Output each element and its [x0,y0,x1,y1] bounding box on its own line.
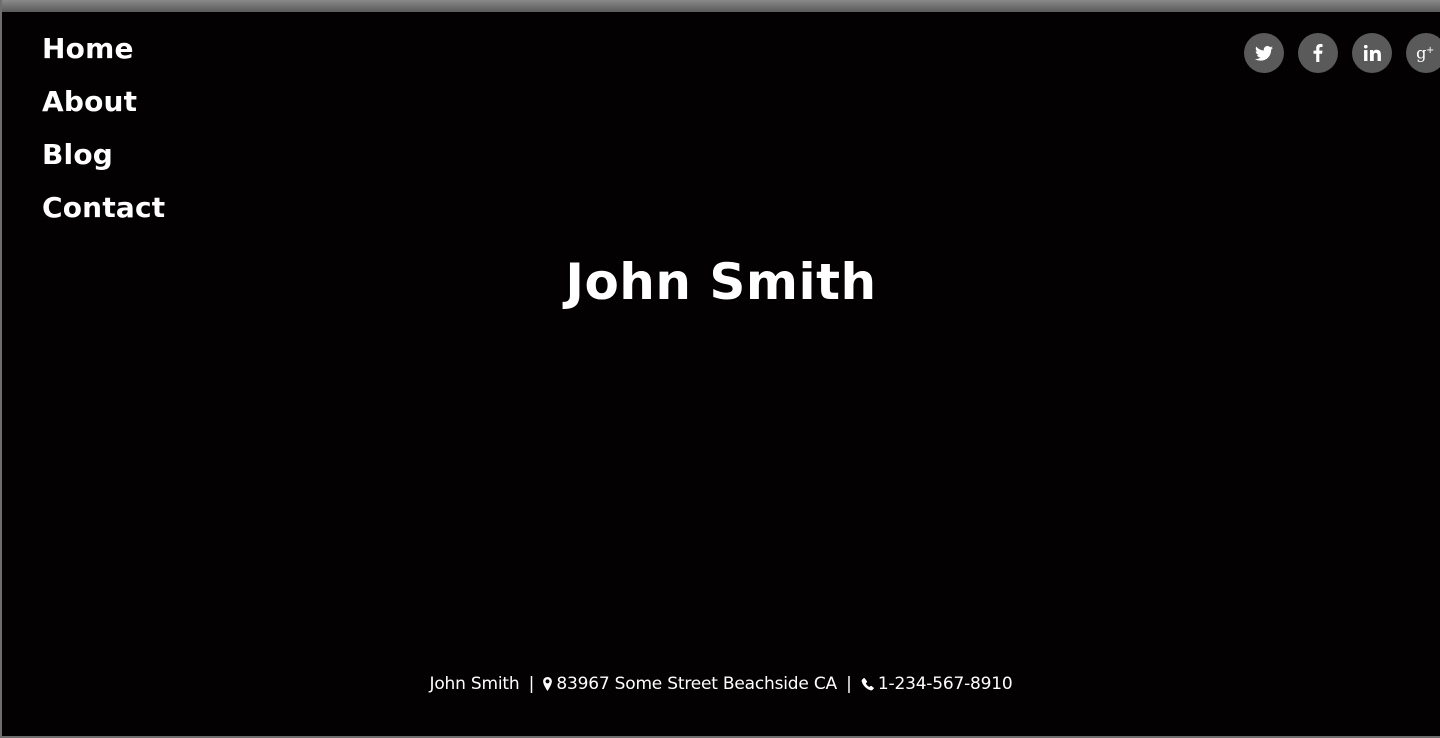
nav-link-contact[interactable]: Contact [42,191,165,224]
nav-item-contact: Contact [42,188,165,241]
window-top-border [0,0,1440,12]
linkedin-icon [1363,45,1381,61]
svg-text:g: g [1416,44,1426,62]
hero-title: John Smith [565,253,877,311]
google-plus-icon: g + [1416,44,1434,62]
facebook-icon [1313,44,1323,62]
twitter-button[interactable] [1244,33,1284,73]
footer-name: John Smith [429,674,520,694]
map-marker-icon [543,677,553,691]
nav-link-home[interactable]: Home [42,32,134,65]
footer-separator: | [528,674,535,694]
nav-item-about: About [42,82,165,135]
nav-item-blog: Blog [42,135,165,188]
nav-item-home: Home [42,29,165,82]
svg-text:+: + [1426,45,1434,56]
page: Home About Blog Contact g + John Smith J… [2,12,1440,736]
google-plus-button[interactable]: g + [1406,33,1440,73]
footer-contact: John Smith | 83967 Some Street Beachside… [2,672,1440,696]
twitter-icon [1255,45,1273,61]
footer-address: 83967 Some Street Beachside CA [556,674,837,694]
main-nav: Home About Blog Contact [42,29,165,241]
footer-separator-2: | [846,674,852,694]
social-links: g + [1244,33,1440,73]
phone-icon [861,678,874,691]
facebook-button[interactable] [1298,33,1338,73]
linkedin-button[interactable] [1352,33,1392,73]
footer-phone: 1-234-567-8910 [877,674,1013,694]
nav-link-about[interactable]: About [42,85,137,118]
nav-link-blog[interactable]: Blog [42,138,113,171]
